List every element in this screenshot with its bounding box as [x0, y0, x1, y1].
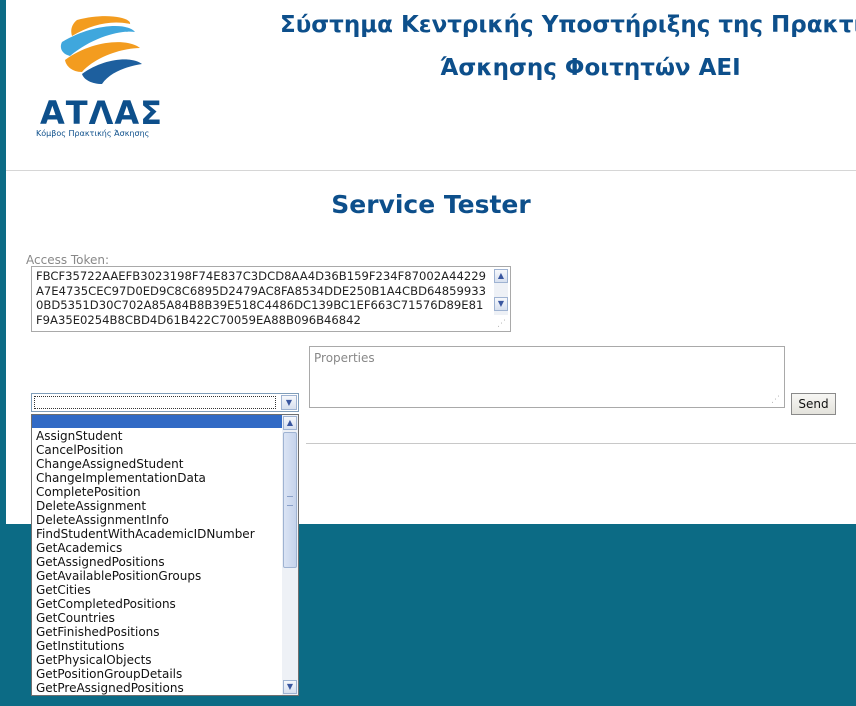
resize-grip-icon[interactable]: ⋰: [771, 395, 781, 405]
send-button[interactable]: Send: [791, 393, 836, 415]
logo-subtitle: Κόμβος Πρακτικής Άσκησης: [36, 129, 150, 138]
logo-wordmark: ΑΤΛΑΣ: [40, 94, 163, 132]
atlas-logo[interactable]: ΑΤΛΑΣ Κόμβος Πρακτικής Άσκησης: [32, 14, 162, 144]
scroll-up-icon[interactable]: ▲: [494, 269, 508, 283]
dropdown-option[interactable]: GetPreAssignedPositions: [36, 681, 255, 695]
properties-textarea[interactable]: Properties ⋰: [309, 346, 785, 408]
dropdown-option[interactable]: AssignStudent: [36, 429, 255, 443]
header: ΑΤΛΑΣ Κόμβος Πρακτικής Άσκησης Σύστημα Κ…: [6, 0, 856, 171]
dropdown-option[interactable]: GetPositionGroupDetails: [36, 667, 255, 681]
dropdown-option[interactable]: DeleteAssignmentInfo: [36, 513, 255, 527]
dropdown-option[interactable]: GetPhysicalObjects: [36, 653, 255, 667]
access-token-value: FBCF35722AAEFB3023198F74E837C3DCD8AA4D36…: [36, 269, 487, 327]
page-title: Service Tester: [331, 190, 531, 219]
dropdown-option[interactable]: FindStudentWithAcademicIDNumber: [36, 527, 255, 541]
dropdown-options: AssignStudent CancelPosition ChangeAssigne…: [36, 429, 255, 695]
select-focus-outline: [34, 396, 276, 409]
dropdown-option[interactable]: GetFinishedPositions: [36, 625, 255, 639]
dropdown-option[interactable]: DeleteAssignment: [36, 499, 255, 513]
token-scrollbar[interactable]: ▲ ▼: [494, 269, 508, 315]
dropdown-option[interactable]: CancelPosition: [36, 443, 255, 457]
access-token-label: Access Token:: [26, 253, 110, 267]
scroll-down-icon[interactable]: ▼: [283, 680, 297, 694]
dropdown-option[interactable]: GetAssignedPositions: [36, 555, 255, 569]
method-select[interactable]: ▼: [31, 393, 299, 412]
divider: [306, 443, 856, 444]
chevron-down-icon[interactable]: ▼: [281, 395, 297, 410]
scroll-down-icon[interactable]: ▼: [494, 297, 508, 311]
dropdown-option[interactable]: CompletePosition: [36, 485, 255, 499]
site-title-line2: Άσκησης Φοιτητών ΑΕΙ: [440, 55, 741, 81]
resize-grip-icon[interactable]: ⋰: [497, 319, 507, 329]
dropdown-option[interactable]: GetAvailablePositionGroups: [36, 569, 255, 583]
properties-placeholder: Properties: [314, 351, 375, 365]
dropdown-scrollbar[interactable]: ▲ ▼: [282, 415, 298, 695]
access-token-textarea[interactable]: FBCF35722AAEFB3023198F74E837C3DCD8AA4D36…: [31, 266, 511, 332]
site-title-line1: Σύστημα Κεντρικής Υποστήριξης της Πρακτι: [280, 12, 856, 38]
dropdown-option[interactable]: GetCities: [36, 583, 255, 597]
dropdown-option[interactable]: ChangeAssignedStudent: [36, 457, 255, 471]
dropdown-option[interactable]: GetCompletedPositions: [36, 597, 255, 611]
method-dropdown-list[interactable]: AssignStudent CancelPosition ChangeAssigne…: [31, 414, 299, 696]
logo-swoosh-icon: [60, 16, 142, 84]
scrollbar-thumb[interactable]: [283, 432, 297, 568]
dropdown-option[interactable]: ChangeImplementationData: [36, 471, 255, 485]
dropdown-option[interactable]: GetCountries: [36, 611, 255, 625]
dropdown-option[interactable]: GetAcademics: [36, 541, 255, 555]
scroll-up-icon[interactable]: ▲: [283, 416, 297, 430]
dropdown-highlighted-option[interactable]: [32, 415, 283, 428]
dropdown-option[interactable]: GetInstitutions: [36, 639, 255, 653]
